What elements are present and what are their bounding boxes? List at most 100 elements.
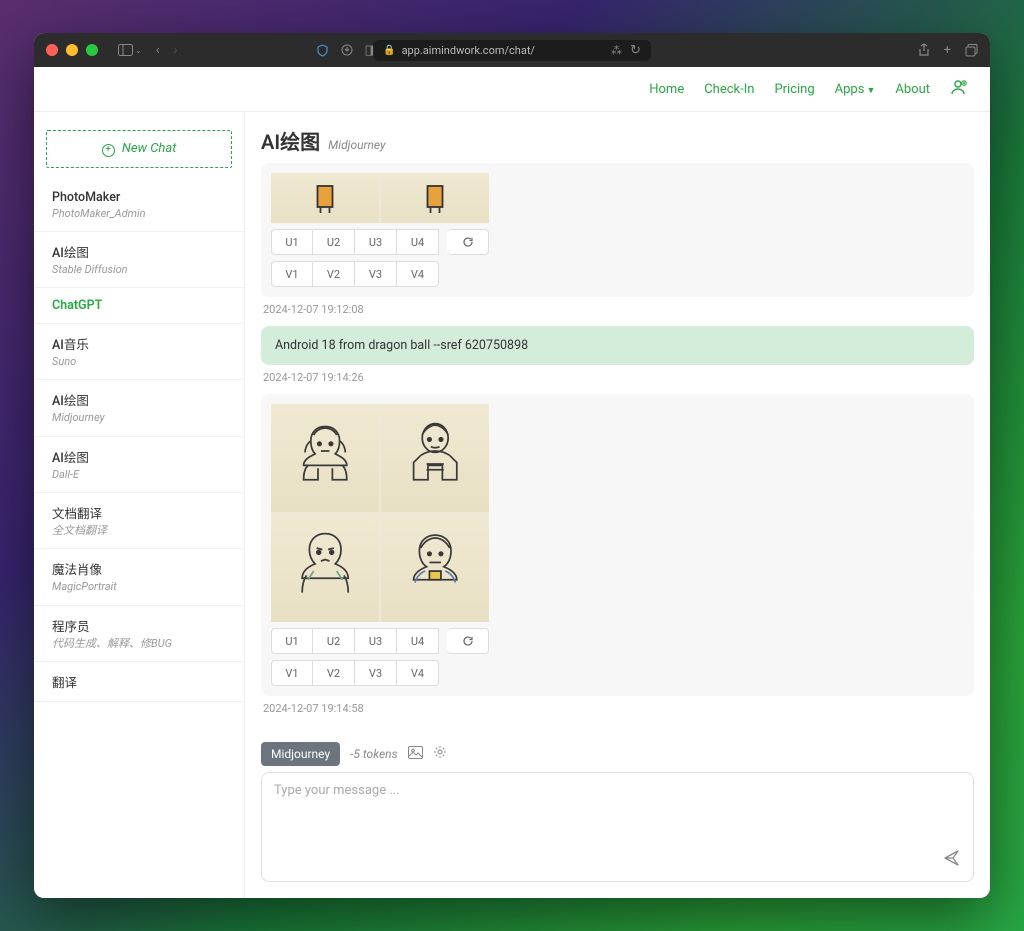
settings-gear-icon[interactable]	[433, 745, 447, 763]
chat-scroll-area[interactable]: U1 U2 U3 U4 V1 V2 V3 V4	[245, 163, 990, 734]
v4-button[interactable]: V4	[397, 660, 439, 686]
sidebar-toggle-icon[interactable]: ⌄	[118, 43, 142, 58]
u2-button[interactable]: U2	[313, 229, 355, 255]
sidebar-item-chatgpt[interactable]: ChatGPT	[34, 288, 244, 324]
reload-icon[interactable]: ↻	[630, 43, 641, 58]
send-icon	[943, 849, 961, 867]
sidebar-item-title: PhotoMaker	[52, 190, 226, 205]
chat-message: Android 18 from dragon ball --sref 62075…	[261, 326, 974, 384]
user-prompt: Android 18 from dragon ball --sref 62075…	[261, 326, 974, 365]
chat-message: U1 U2 U3 U4 V1 V2 V3 V4	[261, 394, 974, 715]
u1-button[interactable]: U1	[271, 229, 313, 255]
sidebar-item-title: AI音乐	[52, 334, 226, 353]
minimize-window-button[interactable]	[66, 44, 78, 56]
prompt-text: Android 18 from dragon ball --sref 62075…	[275, 338, 528, 353]
generated-result: U1 U2 U3 U4 V1 V2 V3 V4	[261, 163, 974, 297]
image-cell[interactable]	[271, 514, 379, 622]
image-cell[interactable]	[381, 404, 489, 512]
sidebar-item-sub: MagicPortrait	[52, 580, 172, 594]
translate-icon[interactable]: ⁂	[611, 43, 622, 58]
sidebar-item-sub: PhotoMaker_Admin	[52, 207, 172, 221]
sidebar-item-sub: Dall-E	[52, 468, 172, 482]
toolbar-left-group: ⌄ ‹ ›	[118, 43, 178, 58]
u4-button[interactable]: U4	[397, 628, 439, 654]
variation-row: V1 V2 V3 V4	[271, 660, 964, 686]
url-bar[interactable]: 🔒 app.aimindwork.com/chat/ ⁂ ↻	[373, 40, 651, 61]
v4-button[interactable]: V4	[397, 261, 439, 287]
sidebar-item-midjourney[interactable]: AI绘图 Midjourney	[34, 380, 244, 436]
close-window-button[interactable]	[46, 44, 58, 56]
sidebar-item-title: 魔法肖像	[52, 559, 226, 578]
image-cell[interactable]	[271, 173, 379, 223]
sidebar-item-programmer[interactable]: 程序员 代码生成、解释、修BUG	[34, 606, 244, 662]
refresh-icon	[462, 236, 474, 248]
v3-button[interactable]: V3	[355, 261, 397, 287]
nav-checkin[interactable]: Check-In	[704, 82, 754, 97]
new-chat-button[interactable]: + New Chat	[46, 130, 232, 168]
upscale-row: U1 U2 U3 U4	[271, 628, 964, 654]
sidebar-item-dalle[interactable]: AI绘图 Dall-E	[34, 437, 244, 493]
shield-icon[interactable]	[316, 43, 329, 58]
image-cell[interactable]	[271, 404, 379, 512]
v2-button[interactable]: V2	[313, 660, 355, 686]
tabs-overview-icon[interactable]	[965, 43, 978, 58]
sidebar-item-doctranslate[interactable]: 文档翻译 全文档翻译	[34, 493, 244, 549]
nav-home[interactable]: Home	[649, 82, 684, 97]
plus-icon: +	[102, 144, 115, 157]
sidebar-item-music[interactable]: AI音乐 Suno	[34, 324, 244, 380]
image-cell[interactable]	[381, 514, 489, 622]
chevron-down-icon: ▼	[866, 86, 875, 96]
image-grid[interactable]	[271, 404, 489, 622]
v3-button[interactable]: V3	[355, 660, 397, 686]
sidebar-item-sub: Midjourney	[52, 411, 172, 425]
sidebar-item-title: AI绘图	[52, 447, 226, 466]
browser-titlebar: ⌄ ‹ › ◨ 🔒 app.aimindwork.com/chat/ ⁂ ↻	[34, 33, 990, 67]
v2-button[interactable]: V2	[313, 261, 355, 287]
sidebar-item-sd[interactable]: AI绘图 Stable Diffusion	[34, 232, 244, 288]
image-attach-icon[interactable]	[408, 746, 423, 763]
sidebar-item-title: 程序员	[52, 616, 226, 635]
sidebar-item-translate[interactable]: 翻译	[34, 662, 244, 702]
v1-button[interactable]: V1	[271, 261, 313, 287]
u1-button[interactable]: U1	[271, 628, 313, 654]
sidebar-item-magicportrait[interactable]: 魔法肖像 MagicPortrait	[34, 549, 244, 605]
message-input[interactable]	[262, 773, 973, 881]
downloads-icon[interactable]	[341, 43, 353, 58]
nav-pricing[interactable]: Pricing	[774, 82, 814, 97]
variation-row: V1 V2 V3 V4	[271, 261, 964, 287]
message-timestamp: 2024-12-07 19:12:08	[261, 303, 974, 316]
share-icon[interactable]	[918, 43, 930, 58]
refresh-button[interactable]	[447, 628, 489, 654]
send-button[interactable]	[943, 849, 961, 871]
sidebar-item-sub: Stable Diffusion	[52, 263, 172, 277]
sidebar-item-photomaker[interactable]: PhotoMaker PhotoMaker_Admin	[34, 180, 244, 232]
model-badge[interactable]: Midjourney	[261, 742, 340, 766]
browser-window: ⌄ ‹ › ◨ 🔒 app.aimindwork.com/chat/ ⁂ ↻	[34, 33, 990, 898]
chat-message: U1 U2 U3 U4 V1 V2 V3 V4	[261, 163, 974, 316]
token-cost: -5 tokens	[350, 747, 397, 761]
back-button[interactable]: ‹	[156, 43, 160, 58]
sidebar: + New Chat PhotoMaker PhotoMaker_Admin A…	[34, 112, 244, 898]
refresh-button[interactable]	[447, 229, 489, 255]
nav-apps[interactable]: Apps▼	[835, 82, 876, 97]
u3-button[interactable]: U3	[355, 229, 397, 255]
u4-button[interactable]: U4	[397, 229, 439, 255]
sidebar-item-title: AI绘图	[52, 242, 226, 261]
image-grid-partial[interactable]	[271, 173, 489, 223]
nav-about[interactable]: About	[895, 82, 930, 97]
app-top-nav: Home Check-In Pricing Apps▼ About	[34, 67, 990, 112]
forward-button[interactable]: ›	[174, 43, 178, 58]
u3-button[interactable]: U3	[355, 628, 397, 654]
composer-top-row: Midjourney -5 tokens	[261, 742, 974, 766]
user-account-icon[interactable]	[950, 78, 968, 100]
sidebar-item-sub: 代码生成、解释、修BUG	[52, 637, 172, 651]
sidebar-list: PhotoMaker PhotoMaker_Admin AI绘图 Stable …	[34, 180, 244, 702]
image-cell[interactable]	[381, 173, 489, 223]
message-timestamp: 2024-12-07 19:14:58	[261, 702, 974, 715]
v1-button[interactable]: V1	[271, 660, 313, 686]
u2-button[interactable]: U2	[313, 628, 355, 654]
app-body: + New Chat PhotoMaker PhotoMaker_Admin A…	[34, 112, 990, 898]
window-controls	[46, 44, 98, 56]
maximize-window-button[interactable]	[86, 44, 98, 56]
new-tab-icon[interactable]: +	[944, 43, 951, 58]
